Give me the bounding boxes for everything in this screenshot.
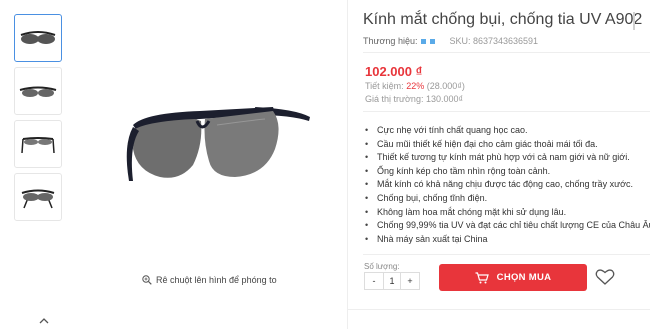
thumbnail-1[interactable] <box>14 14 62 62</box>
feature-item: Không làm hoa mắt chóng mặt khi sử dụng … <box>365 206 650 220</box>
main-product-image[interactable] <box>95 60 335 230</box>
brand-label: Thương hiệu: <box>363 36 418 46</box>
safety-glasses-image <box>126 107 310 181</box>
zoom-hint-text: Rê chuột lên hình để phóng to <box>156 275 277 285</box>
divider <box>348 309 650 310</box>
saving-amount: (28.000₫) <box>426 81 465 91</box>
divider <box>363 254 650 255</box>
saving-label: Tiết kiệm: <box>365 81 404 91</box>
feature-item: Chống 99,99% tia UV và đạt các chỉ tiêu … <box>365 219 650 233</box>
divider <box>363 111 650 112</box>
chevron-up-icon <box>39 318 49 324</box>
quantity-input[interactable]: 1 <box>383 273 401 289</box>
brand-row: Thương hiệu: SKU: 8637343636591 <box>363 36 538 46</box>
saving-percent: 22% <box>406 81 425 91</box>
feature-list: Cực nhẹ với tính chất quang học cao. Cầu… <box>365 124 650 246</box>
title-divider <box>633 12 635 30</box>
heart-icon <box>595 269 615 285</box>
quantity-decrease-button[interactable]: - <box>365 273 383 289</box>
thumbnail-4[interactable] <box>14 173 62 221</box>
feature-item: Cực nhẹ với tính chất quang học cao. <box>365 124 650 138</box>
quantity-increase-button[interactable]: + <box>401 273 419 289</box>
buy-button[interactable]: CHỌN MUA <box>439 264 587 291</box>
feature-item: Ống kính kép cho tầm nhìn rộng toàn cảnh… <box>365 165 650 179</box>
glasses-thumbnail-angle <box>21 189 55 209</box>
feature-item: Thiết kế tương tự kính mát phù hợp với c… <box>365 151 650 165</box>
sku: SKU: 8637343636591 <box>449 36 539 46</box>
feature-item: Chống bụi, chống tĩnh điện. <box>365 192 650 206</box>
thumbnail-3[interactable] <box>14 120 62 168</box>
thumbnail-list <box>14 14 62 226</box>
saving-row: Tiết kiệm: 22% (28.000₫) <box>365 81 465 91</box>
feature-item: Cầu mũi thiết kế hiện đại cho cảm giác t… <box>365 138 650 152</box>
thumbnail-scroll-up[interactable] <box>37 314 51 328</box>
wishlist-button[interactable] <box>595 268 615 286</box>
feature-item: Mắt kính có khả năng chịu được tác động … <box>365 178 650 192</box>
feature-item: Nhà máy sản xuất tại China <box>365 233 650 247</box>
market-price: Giá thị trường: 130.000₫ <box>365 94 464 104</box>
product-title: Kính mắt chống bụi, chống tia UV A902 <box>363 11 643 28</box>
price: 102.000 ₫ <box>365 64 423 79</box>
buy-button-label: CHỌN MUA <box>496 272 552 283</box>
glasses-thumbnail-top <box>21 137 55 154</box>
thumbnail-2[interactable] <box>14 67 62 115</box>
glasses-thumbnail-front <box>20 31 56 44</box>
brand-square-icon[interactable] <box>430 38 436 44</box>
product-info-panel: Kính mắt chống bụi, chống tia UV A902 Th… <box>347 0 650 329</box>
glasses-thumbnail-side <box>19 86 57 97</box>
quantity-stepper: - 1 + <box>364 272 420 290</box>
brand-square-icon[interactable] <box>421 38 427 44</box>
divider <box>363 52 650 53</box>
zoom-icon <box>142 275 152 285</box>
cart-icon <box>475 271 489 283</box>
quantity-label: Số lượng: <box>364 262 400 271</box>
zoom-hint: Rê chuột lên hình để phóng to <box>142 275 277 285</box>
